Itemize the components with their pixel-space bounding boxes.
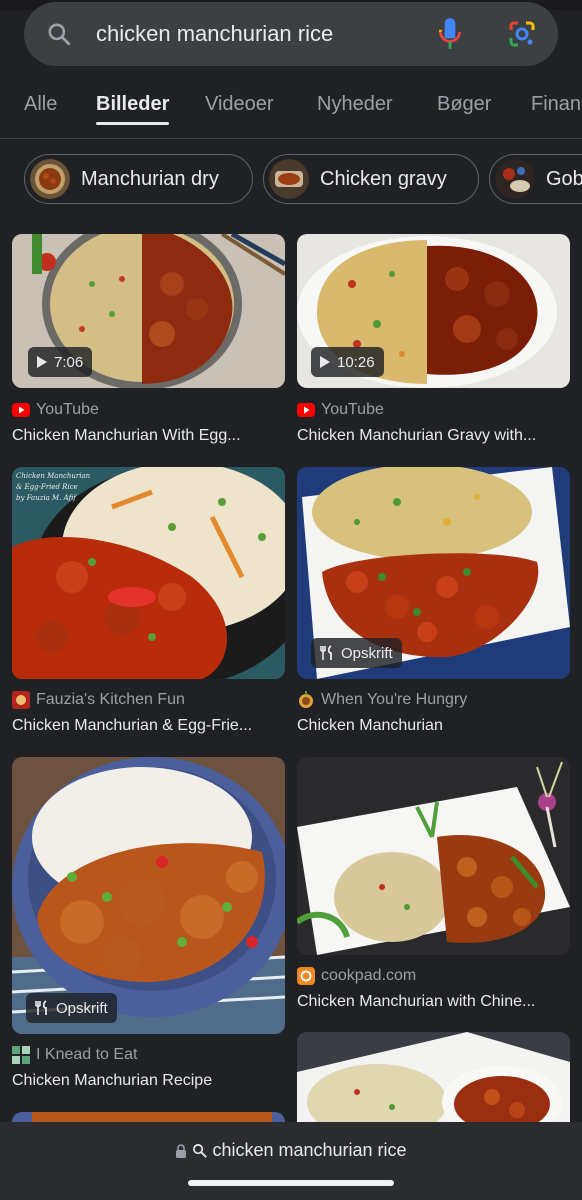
- source-name: cookpad.com: [321, 967, 417, 984]
- search-tabs: Alle Billeder Videoer Nyheder Bøger Fina…: [0, 80, 582, 139]
- fork-knife-icon: [35, 1000, 47, 1015]
- source-name: YouTube: [36, 401, 99, 418]
- chip-label: Manchurian dry: [81, 167, 219, 190]
- home-indicator[interactable]: [188, 1180, 394, 1186]
- chip-thumbnail: [269, 159, 309, 199]
- youtube-icon: [297, 403, 315, 417]
- chip-thumbnail: [495, 159, 535, 199]
- chip-manchurian-dry[interactable]: Manchurian dry: [24, 154, 253, 204]
- fork-knife-icon: [320, 645, 332, 660]
- result-image[interactable]: Opskrift: [297, 467, 570, 679]
- chip-label: Gob: [546, 167, 582, 190]
- video-duration-badge: 10:26: [311, 347, 384, 377]
- result-title[interactable]: Chicken Manchurian With Egg...: [12, 427, 285, 445]
- result-title[interactable]: Chicken Manchurian Gravy with...: [297, 427, 570, 445]
- video-duration: 7:06: [54, 353, 84, 371]
- result-image[interactable]: Opskrift: [12, 757, 285, 1034]
- result-source[interactable]: cookpad.com: [297, 967, 416, 985]
- result-source[interactable]: I Knead to Eat: [12, 1046, 137, 1064]
- google-lens-icon[interactable]: [507, 19, 537, 49]
- search-input[interactable]: chicken manchurian rice: [96, 21, 333, 47]
- hungry-icon: [299, 691, 313, 708]
- tab-images[interactable]: Billeder: [96, 93, 169, 116]
- microphone-icon[interactable]: [437, 16, 463, 52]
- tab-finance[interactable]: Finan: [531, 93, 581, 116]
- result-source[interactable]: When You're Hungry: [297, 691, 467, 709]
- result-title[interactable]: Chicken Manchurian: [297, 717, 570, 735]
- result-image[interactable]: Chicken Manchurian & Egg-Fried Rice by Fau…: [12, 467, 285, 679]
- chip-gobi[interactable]: Gob: [489, 154, 582, 204]
- video-duration: 10:26: [337, 353, 375, 371]
- result-image[interactable]: 10:26: [297, 234, 570, 388]
- result-title[interactable]: Chicken Manchurian Recipe: [12, 1072, 285, 1090]
- chip-label: Chicken gravy: [320, 167, 447, 190]
- source-name: When You're Hungry: [321, 691, 468, 708]
- search-bar[interactable]: chicken manchurian rice: [24, 2, 558, 66]
- recipe-label: Opskrift: [56, 999, 108, 1017]
- cookpad-icon: [297, 967, 315, 985]
- result-image[interactable]: 7:06: [12, 234, 285, 388]
- recipe-label: Opskrift: [341, 644, 393, 662]
- refinement-chips: Manchurian dry Chicken gravy Gob: [0, 152, 582, 210]
- knead-icon: [12, 1046, 30, 1064]
- result-title[interactable]: Chicken Manchurian & Egg-Frie...: [12, 717, 285, 735]
- recipe-badge: Opskrift: [311, 638, 402, 668]
- result-source[interactable]: Fauzia's Kitchen Fun: [12, 691, 185, 709]
- image-caption-overlay: Chicken Manchurian & Egg-Fried Rice by Fau…: [16, 472, 91, 502]
- result-image[interactable]: [297, 757, 570, 955]
- lock-icon: [176, 1144, 187, 1158]
- fauzia-icon: [12, 691, 30, 709]
- chip-thumbnail: [30, 159, 70, 199]
- active-tab-indicator: [96, 122, 169, 125]
- result-image[interactable]: [297, 1032, 570, 1132]
- result-source[interactable]: YouTube: [12, 401, 99, 419]
- source-name: I Knead to Eat: [36, 1046, 138, 1063]
- result-source[interactable]: YouTube: [297, 401, 384, 419]
- browser-address-bar[interactable]: chicken manchurian rice: [0, 1122, 582, 1200]
- source-name: YouTube: [321, 401, 384, 418]
- search-icon[interactable]: [46, 21, 72, 47]
- tab-all[interactable]: Alle: [24, 93, 57, 116]
- address-url[interactable]: chicken manchurian rice: [212, 1140, 406, 1160]
- chip-chicken-gravy[interactable]: Chicken gravy: [263, 154, 479, 204]
- tab-books[interactable]: Bøger: [437, 93, 491, 116]
- address-url-row[interactable]: chicken manchurian rice: [0, 1140, 582, 1161]
- result-title[interactable]: Chicken Manchurian with Chine...: [297, 993, 570, 1011]
- source-name: Fauzia's Kitchen Fun: [36, 691, 185, 708]
- tab-news[interactable]: Nyheder: [317, 93, 393, 116]
- tab-videos[interactable]: Videoer: [205, 93, 274, 116]
- recipe-badge: Opskrift: [26, 993, 117, 1023]
- youtube-icon: [12, 403, 30, 417]
- play-icon: [320, 356, 330, 368]
- play-icon: [37, 356, 47, 368]
- video-duration-badge: 7:06: [28, 347, 93, 377]
- search-icon: [193, 1144, 207, 1158]
